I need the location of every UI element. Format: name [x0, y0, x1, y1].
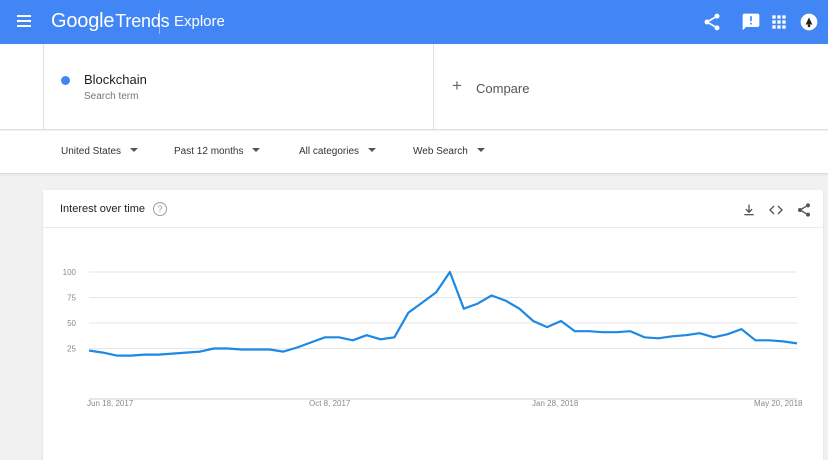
search-terms-bar: Blockchain Search term + Compare: [0, 44, 828, 130]
card-title: Interest over time: [60, 203, 145, 215]
logo-google-text: Google: [51, 10, 115, 32]
dropdown-arrow-icon: [476, 148, 485, 152]
y-tick-label: 50: [67, 319, 76, 328]
top-app-bar: GoogleTrends Explore: [0, 0, 828, 44]
term-color-dot: [61, 76, 70, 85]
search-term-subtitle: Search term: [84, 91, 139, 102]
google-trends-logo[interactable]: GoogleTrends: [51, 10, 170, 33]
share-icon[interactable]: [702, 12, 722, 32]
embed-icon[interactable]: [768, 202, 784, 218]
filters-bar: United States Past 12 months All categor…: [0, 131, 828, 174]
filter-time-range[interactable]: Past 12 months: [174, 146, 261, 157]
menu-icon[interactable]: [17, 15, 31, 27]
search-term-name: Blockchain: [84, 72, 147, 87]
y-tick-label: 100: [63, 268, 77, 277]
filter-search-type-label: Web Search: [413, 146, 468, 157]
filter-category[interactable]: All categories: [299, 146, 377, 157]
plus-icon: +: [452, 76, 462, 95]
help-icon[interactable]: ?: [153, 202, 167, 216]
download-icon[interactable]: [741, 202, 757, 218]
header-divider: [159, 10, 160, 34]
page-title: Explore: [174, 13, 225, 30]
logo-trends-text: Trends: [115, 11, 170, 31]
dropdown-arrow-icon: [368, 148, 377, 152]
y-tick-label: 25: [67, 345, 76, 354]
filter-search-type[interactable]: Web Search: [413, 146, 485, 157]
dropdown-arrow-icon: [130, 148, 139, 152]
interest-over-time-chart: 25 50 75 100 Jun 18, 2017 Oct 8, 2017 Jan 28, …: [63, 268, 803, 408]
compare-label: Compare: [476, 81, 530, 96]
account-icon[interactable]: [799, 12, 819, 32]
filter-region-label: United States: [61, 146, 122, 157]
card-header: Interest over time ?: [43, 190, 823, 228]
series-line-blockchain[interactable]: [88, 270, 798, 357]
search-term-card[interactable]: Blockchain Search term: [43, 44, 434, 130]
filter-category-label: All categories: [299, 146, 360, 157]
y-tick-label: 75: [67, 294, 76, 303]
filter-time-range-label: Past 12 months: [174, 146, 244, 157]
x-tick-label: May 20, 2018: [754, 399, 803, 408]
x-tick-label: Oct 8, 2017: [309, 399, 351, 408]
feedback-icon[interactable]: [741, 12, 761, 32]
dropdown-arrow-icon: [252, 148, 261, 152]
apps-icon[interactable]: [769, 12, 789, 32]
filter-region[interactable]: United States: [61, 146, 139, 157]
share-icon[interactable]: [796, 202, 812, 218]
x-tick-label: Jun 18, 2017: [87, 399, 134, 408]
x-tick-label: Jan 28, 2018: [532, 399, 579, 408]
interest-over-time-card: Interest over time ? 25 50 75 100 Jun 18, 20…: [43, 190, 823, 460]
